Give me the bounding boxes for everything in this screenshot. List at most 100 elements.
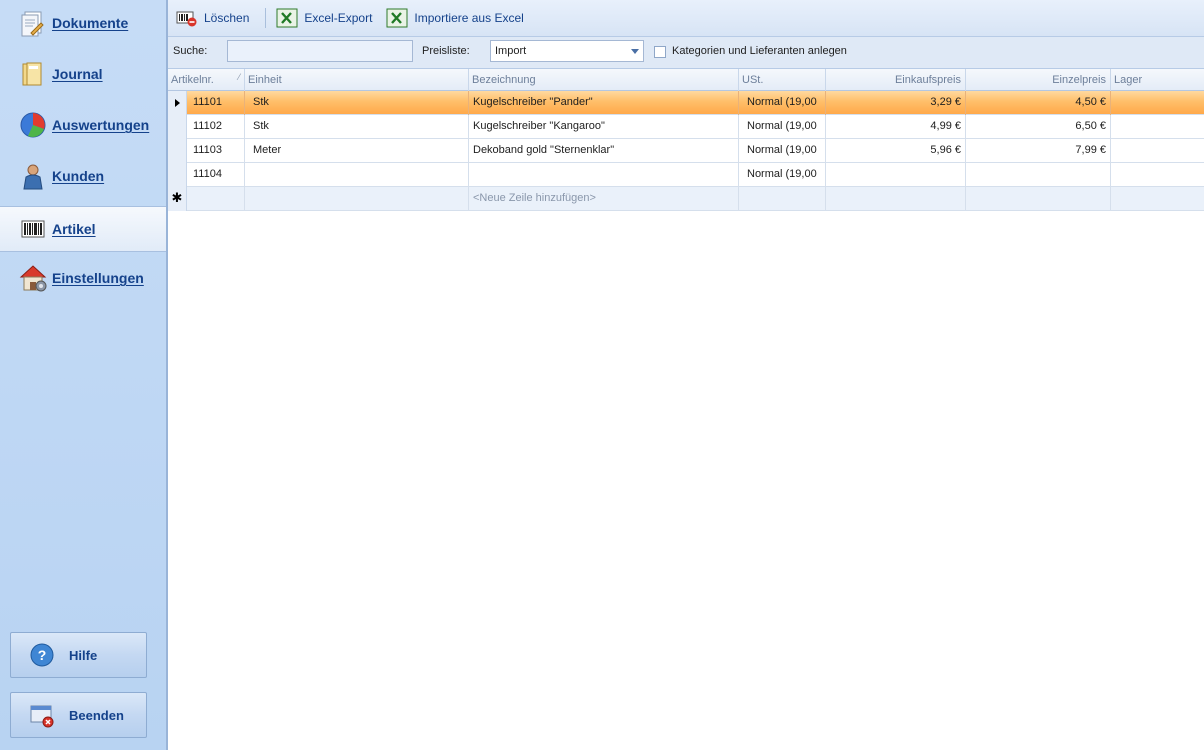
cell-bezeichnung[interactable]: Kugelschreiber "Kangaroo" bbox=[469, 115, 739, 139]
cell-einheit[interactable]: Stk bbox=[245, 115, 469, 139]
pricelist-select[interactable]: Import bbox=[490, 40, 644, 62]
cell-artikelnr[interactable] bbox=[187, 187, 245, 211]
cell-lager[interactable] bbox=[1111, 91, 1204, 115]
cell-lager[interactable] bbox=[1111, 139, 1204, 163]
cell-einzelpreis[interactable]: 6,50 € bbox=[966, 115, 1111, 139]
svg-text:?: ? bbox=[38, 647, 47, 663]
cell-bezeichnung[interactable] bbox=[469, 163, 739, 187]
exit-button-label: Beenden bbox=[69, 707, 124, 723]
new-row-asterisk-icon: ✱ bbox=[168, 187, 187, 211]
table-row[interactable]: 11103 Meter Dekoband gold "Sternenklar" … bbox=[168, 139, 1204, 163]
row-indicator bbox=[168, 91, 187, 115]
documents-icon bbox=[18, 8, 48, 38]
sidebar-item-auswertungen[interactable]: Auswertungen bbox=[0, 102, 166, 148]
cell-ust[interactable]: Normal (19,00 bbox=[739, 115, 826, 139]
column-header-lager[interactable]: Lager bbox=[1111, 69, 1204, 91]
delete-button-label: Löschen bbox=[204, 11, 250, 25]
sort-ascending-icon: ⁄ bbox=[238, 72, 240, 82]
row-indicator bbox=[168, 139, 187, 163]
excel-import-button[interactable]: Importiere aus Excel bbox=[386, 5, 531, 31]
cell-ust[interactable]: Normal (19,00 bbox=[739, 91, 826, 115]
pricelist-label: Preisliste: bbox=[422, 45, 470, 57]
cell-lager[interactable] bbox=[1111, 115, 1204, 139]
cell-einheit[interactable]: Meter bbox=[245, 139, 469, 163]
delete-icon bbox=[176, 8, 198, 28]
search-input[interactable] bbox=[227, 40, 413, 62]
cell-einkaufspreis[interactable] bbox=[826, 187, 966, 211]
column-header-einkaufspreis[interactable]: Einkaufspreis bbox=[826, 69, 966, 91]
cell-artikelnr[interactable]: 11102 bbox=[187, 115, 245, 139]
cell-lager[interactable] bbox=[1111, 187, 1204, 211]
column-header-ust[interactable]: USt. bbox=[739, 69, 826, 91]
sidebar-item-journal[interactable]: Journal bbox=[0, 51, 166, 97]
cell-artikelnr[interactable]: 11103 bbox=[187, 139, 245, 163]
excel-export-label: Excel-Export bbox=[304, 11, 373, 25]
column-header-einzelpreis[interactable]: Einzelpreis bbox=[966, 69, 1111, 91]
cell-bezeichnung[interactable]: Kugelschreiber "Pander" bbox=[469, 91, 739, 115]
cell-artikelnr[interactable]: 11104 bbox=[187, 163, 245, 187]
cell-ust[interactable]: Normal (19,00 bbox=[739, 163, 826, 187]
sidebar-item-label: Artikel bbox=[52, 221, 96, 237]
house-settings-icon bbox=[18, 263, 48, 293]
table-row[interactable]: 11101 Stk Kugelschreiber "Pander" Normal… bbox=[168, 91, 1204, 115]
pie-chart-icon bbox=[18, 110, 48, 140]
column-header-einheit[interactable]: Einheit bbox=[245, 69, 469, 91]
cell-einkaufspreis[interactable]: 4,99 € bbox=[826, 115, 966, 139]
cell-einzelpreis[interactable] bbox=[966, 163, 1111, 187]
search-label: Suche: bbox=[173, 45, 208, 57]
cell-einheit[interactable] bbox=[245, 187, 469, 211]
sidebar-item-dokumente[interactable]: Dokumente bbox=[0, 0, 166, 46]
cell-artikelnr[interactable]: 11101 bbox=[187, 91, 245, 115]
exit-icon bbox=[29, 702, 55, 728]
main-panel: Löschen Excel-Export Importiere aus Exce… bbox=[167, 0, 1204, 750]
create-categories-checkbox[interactable] bbox=[654, 46, 666, 58]
sidebar-item-einstellungen[interactable]: Einstellungen bbox=[0, 255, 166, 301]
article-grid: Artikelnr. ⁄ Einheit Bezeichnung USt. Ein… bbox=[168, 69, 1204, 211]
excel-icon bbox=[386, 8, 408, 28]
cell-ust[interactable]: Normal (19,00 bbox=[739, 139, 826, 163]
create-categories-label: Kategorien und Lieferanten anlegen bbox=[672, 45, 847, 57]
sidebar-item-label: Journal bbox=[52, 66, 103, 82]
help-icon: ? bbox=[29, 642, 55, 668]
cell-einkaufspreis[interactable]: 5,96 € bbox=[826, 139, 966, 163]
table-row[interactable]: 11102 Stk Kugelschreiber "Kangaroo" Norm… bbox=[168, 115, 1204, 139]
sidebar-item-label: Auswertungen bbox=[52, 117, 150, 133]
cell-einzelpreis[interactable] bbox=[966, 187, 1111, 211]
sidebar-item-artikel[interactable]: Artikel bbox=[0, 206, 166, 252]
exit-button[interactable]: Beenden bbox=[10, 692, 147, 738]
cell-einheit[interactable] bbox=[245, 163, 469, 187]
new-row[interactable]: ✱ <Neue Zeile hinzufügen> bbox=[168, 187, 1204, 211]
table-row[interactable]: 11104 Normal (19,00 bbox=[168, 163, 1204, 187]
row-indicator bbox=[168, 115, 187, 139]
sidebar-item-kunden[interactable]: Kunden bbox=[0, 153, 166, 199]
customer-person-icon bbox=[18, 161, 48, 191]
help-button[interactable]: ? Hilfe bbox=[10, 632, 147, 678]
cell-einzelpreis[interactable]: 4,50 € bbox=[966, 91, 1111, 115]
help-button-label: Hilfe bbox=[69, 647, 98, 663]
cell-einzelpreis[interactable]: 7,99 € bbox=[966, 139, 1111, 163]
cell-bezeichnung[interactable]: Dekoband gold "Sternenklar" bbox=[469, 139, 739, 163]
cell-einkaufspreis[interactable] bbox=[826, 163, 966, 187]
filter-bar: Suche: Preisliste: Import Kategorien und… bbox=[168, 37, 1204, 69]
toolbar: Löschen Excel-Export Importiere aus Exce… bbox=[168, 0, 1204, 37]
column-header-label: Artikelnr. bbox=[171, 74, 214, 86]
cell-einkaufspreis[interactable]: 3,29 € bbox=[826, 91, 966, 115]
delete-button[interactable]: Löschen bbox=[176, 5, 257, 31]
grid-header: Artikelnr. ⁄ Einheit Bezeichnung USt. Ein… bbox=[168, 69, 1204, 91]
sidebar-item-label: Einstellungen bbox=[52, 270, 144, 286]
new-row-placeholder[interactable]: <Neue Zeile hinzufügen> bbox=[469, 187, 739, 211]
column-header-bezeichnung[interactable]: Bezeichnung bbox=[469, 69, 739, 91]
toolbar-separator bbox=[265, 8, 267, 28]
excel-icon bbox=[276, 8, 298, 28]
chevron-down-icon bbox=[631, 49, 639, 54]
journal-folder-icon bbox=[18, 59, 48, 89]
pricelist-value: Import bbox=[495, 45, 527, 57]
column-header-artikelnr[interactable]: Artikelnr. ⁄ bbox=[168, 69, 245, 91]
sidebar: Dokumente Journal Auswertungen Kunden Ar… bbox=[0, 0, 167, 750]
cell-ust[interactable] bbox=[739, 187, 826, 211]
cell-einheit[interactable]: Stk bbox=[245, 91, 469, 115]
cell-lager[interactable] bbox=[1111, 163, 1204, 187]
row-indicator bbox=[168, 163, 187, 187]
sidebar-item-label: Kunden bbox=[52, 168, 105, 184]
excel-export-button[interactable]: Excel-Export bbox=[276, 5, 380, 31]
